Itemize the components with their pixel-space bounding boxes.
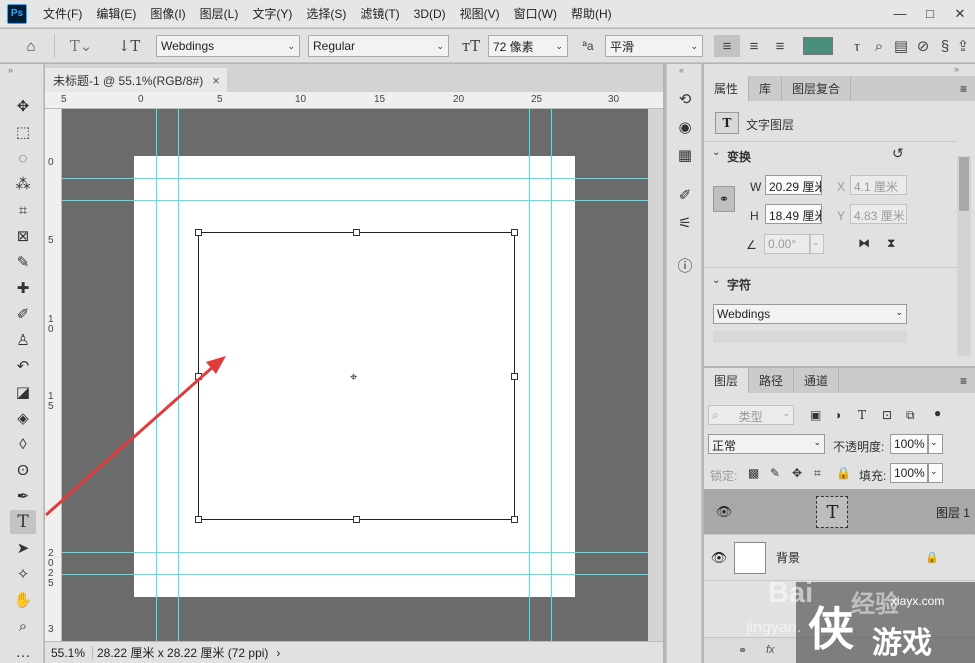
lock-artboard-icon[interactable]: ⌗ [814,466,821,481]
search-icon: ⌕ [712,408,719,422]
layer-name[interactable]: 背景 [776,549,800,566]
chevron-down-icon[interactable]: ⌄ [928,434,943,454]
layer-name[interactable]: 图层 1 [936,504,970,521]
width-label: W [750,180,762,194]
tab-paths[interactable]: 路径 [749,368,795,393]
layer-thumbnail: T [816,496,849,528]
scroll-thumb[interactable] [959,157,969,211]
opacity-label: 不透明度: [833,440,885,454]
layer-type-label: 文字图层 [746,118,795,132]
filter-adjustment-icon[interactable]: ◑ [834,408,841,422]
chevron-down-icon: ⌄ [782,408,790,418]
watermark-logo-icon: 侠 [808,603,854,655]
visibility-eye-icon[interactable]: 👁 [704,550,734,566]
opacity-input[interactable]: 100% [890,434,928,454]
tab-layer-comps[interactable]: 图层复合 [782,76,852,101]
flip-horizontal-icon[interactable]: ⧓ [858,236,870,250]
angle-input[interactable]: 0.00° [764,234,810,254]
tab-libraries[interactable]: 库 [749,76,783,101]
transform-section-title: 变换 [727,150,752,164]
blend-mode-select[interactable]: 正常 ⌄ [708,434,825,454]
color-panel-icon[interactable]: ◉ [674,116,696,138]
character-font-value: Webdings [717,307,771,321]
properties-scrollbar[interactable] [957,156,971,356]
chevron-down-icon[interactable]: ⌄ [928,463,943,483]
watermark-url: jingyan. [746,619,802,636]
filter-smart-object-icon[interactable]: ⧉ [906,408,915,423]
collapse-icon[interactable]: » [954,64,959,74]
height-label: H [750,209,759,223]
filter-pixel-icon[interactable]: ▣ [810,408,821,422]
x-input[interactable]: 4.1 厘米 [850,175,907,195]
chevron-down-icon[interactable]: ⌄ [712,147,720,158]
layer-row-layer1[interactable]: 👁 T 图层 1 [704,489,975,535]
chevron-down-icon[interactable]: ⌄ [712,275,720,286]
chevron-down-icon: ⌄ [813,437,821,447]
layer-thumbnail [734,541,766,574]
width-input[interactable]: 20.29 厘米 [765,175,822,195]
status-bar: 55.1% 28.22 厘米 x 28.22 厘米 (72 ppi) › [45,641,663,663]
layers-tabs: 图层 路径 通道 ≡ [704,368,975,393]
layer-row-background[interactable]: 👁 背景 🔒 [704,535,975,581]
visibility-eye-icon[interactable]: 👁 [709,504,739,520]
lock-label: 锁定: [710,469,738,483]
panel-menu-icon[interactable]: ≡ [960,368,975,393]
link-icon[interactable]: ⚭ [713,186,735,212]
filter-toggle-icon[interactable]: ● [934,406,941,420]
character-font-select[interactable]: Webdings ⌄ [713,304,907,324]
link-layers-icon[interactable]: ⚭ [738,644,747,657]
flip-vertical-icon[interactable]: ⧗ [887,236,895,251]
type-layer-icon: T [715,112,739,134]
lock-all-icon[interactable]: 🔒 [836,466,851,480]
y-input[interactable]: 4.83 厘米 [850,204,907,224]
layer-filter-value: 类型 [738,410,763,424]
fill-input[interactable]: 100% [890,463,928,483]
document-size: 28.22 厘米 x 28.22 厘米 (72 ppi) [97,646,269,660]
chevron-down-icon[interactable]: ⌄ [810,234,824,254]
history-panel-icon[interactable]: ⟲ [674,88,696,110]
x-label: X [837,180,846,194]
fill-label: 填充: [859,469,887,483]
adjustments-icon[interactable]: ⚟ [674,212,696,234]
panel-icon-strip: « ⟲ ◉ ▦ ✐ ⚟ ⓘ [666,64,702,663]
collapse-icon[interactable]: « [679,65,684,75]
tab-channels[interactable]: 通道 [794,368,840,393]
zoom-level[interactable]: 55.1% [45,645,93,660]
tab-properties[interactable]: 属性 [704,76,750,101]
brush-settings-icon[interactable]: ✐ [674,184,696,206]
watermark: Bai 经验 xiayx.com jingyan. 侠 游戏 [746,577,975,663]
chevron-down-icon: ⌄ [895,307,903,317]
watermark-site: xiayx.com [891,594,945,608]
lock-position-icon[interactable]: ✥ [792,466,802,480]
character-section-title: 字符 [727,278,752,292]
tab-layers[interactable]: 图层 [704,368,750,393]
angle-icon: ∠ [746,238,757,252]
panel-menu-icon[interactable]: ≡ [960,76,975,101]
properties-panel: » 属性 库 图层复合 ≡ T 文字图层 ⌄ 变换 ↺ ⚭ W 20.29 厘米… [704,64,975,366]
lock-pixels-icon[interactable]: ✎ [770,466,780,480]
watermark-brand: Bai [768,577,814,609]
filter-type-icon[interactable]: T [858,408,866,422]
y-label: Y [837,209,846,223]
info-panel-icon[interactable]: ⓘ [674,254,696,276]
font-style-row[interactable] [713,331,907,343]
status-arrow-icon[interactable]: › [276,646,280,660]
swatches-panel-icon[interactable]: ▦ [674,144,696,166]
lock-icon: 🔒 [925,552,939,564]
blend-mode-value: 正常 [712,439,737,453]
height-input[interactable]: 18.49 厘米 [765,204,822,224]
lock-transparent-icon[interactable]: ▩ [748,466,759,480]
fx-icon[interactable]: fx [766,644,775,656]
reset-icon[interactable]: ↺ [892,145,904,162]
layer-filter-select[interactable]: ⌕ 类型 ⌄ [708,405,794,425]
filter-shape-icon[interactable]: ⊡ [882,408,892,422]
watermark-game-text: 游戏 [872,627,932,660]
properties-tabs: 属性 库 图层复合 ≡ [704,76,975,101]
